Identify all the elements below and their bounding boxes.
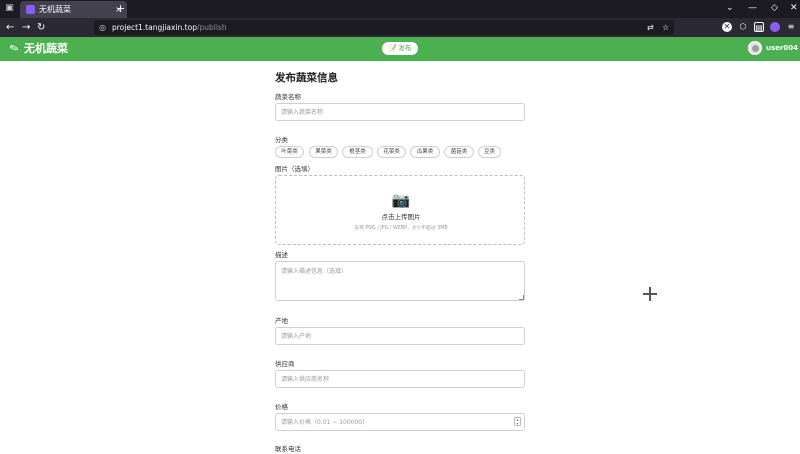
username[interactable]: user004	[766, 43, 798, 54]
url-bar[interactable]: ◎ project1.tangjiaxin.top/publish ⇄ ☆	[94, 20, 674, 35]
supplier-label: 供应商	[275, 360, 295, 368]
avatar-icon	[752, 45, 759, 52]
forward-icon[interactable]: →	[22, 21, 30, 34]
supplier-input[interactable]	[275, 370, 525, 388]
publish-button[interactable]: 📝 发布	[382, 42, 418, 55]
image-label: 图片（选填）	[275, 165, 314, 173]
category-chip-melon[interactable]: 瓜果类	[410, 146, 440, 158]
category-chip-mushroom[interactable]: 菌菇类	[444, 146, 474, 158]
category-chip-bean[interactable]: 豆类	[478, 146, 501, 158]
description-label: 描述	[275, 251, 288, 259]
restore-icon[interactable]: ◇	[771, 3, 778, 14]
category-chip-leafy[interactable]: 叶菜类	[275, 146, 304, 158]
price-field: ▴▾	[275, 413, 525, 431]
app-header: ✎ 无机蔬菜 📝 发布 user004	[0, 37, 800, 61]
reload-icon[interactable]: ↻	[37, 21, 45, 34]
menu-icon[interactable]: ≡	[786, 22, 796, 32]
brand-title[interactable]: 无机蔬菜	[24, 41, 68, 56]
category-chip-fruit[interactable]: 果菜类	[309, 146, 338, 158]
avatar[interactable]	[748, 41, 762, 55]
upload-hint: 支持 PNG / JPG / WEBP，大小不超过 3MB	[354, 226, 448, 231]
close-window-icon[interactable]: ✕	[790, 3, 798, 14]
upload-text: 点击上传图片	[381, 213, 421, 221]
browser-nav-bar: ← → ↻ ◎ project1.tangjiaxin.top/publish …	[0, 18, 800, 37]
category-chip-flower[interactable]: 花菜类	[377, 146, 406, 158]
back-icon[interactable]: ←	[6, 21, 14, 34]
extension-icon[interactable]: ✕	[722, 22, 732, 32]
extensions-puzzle-icon[interactable]: ⬡	[738, 22, 748, 32]
category-chips: 叶菜类 果菜类 根茎类 花菜类 瓜果类 菌菇类 豆类	[275, 146, 525, 158]
price-label: 价格	[275, 403, 288, 411]
origin-input[interactable]	[275, 327, 525, 345]
browser-tab-active[interactable]: 无机蔬菜 ×	[20, 1, 127, 18]
name-label: 蔬菜名称	[275, 93, 301, 101]
image-upload-area[interactable]: 📷 点击上传图片 支持 PNG / JPG / WEBP，大小不超过 3MB	[275, 175, 525, 245]
bookmark-star-icon[interactable]: ☆	[662, 22, 669, 33]
name-input[interactable]	[275, 103, 525, 121]
new-tab-icon[interactable]: +	[116, 2, 125, 15]
tab-list-icon[interactable]: ▣	[4, 3, 15, 14]
leaf-icon: ✎	[7, 40, 21, 57]
reader-icon[interactable]: ▤	[754, 22, 764, 32]
camera-icon: 📷	[391, 191, 411, 209]
tab-title: 无机蔬菜	[39, 5, 71, 14]
category-chip-root[interactable]: 根茎类	[342, 146, 373, 158]
price-input[interactable]	[275, 413, 525, 431]
origin-label: 产地	[275, 317, 288, 325]
description-textarea[interactable]	[275, 261, 525, 301]
browser-tab-bar: ▣ 无机蔬菜 × + ⌄ — ◇ ✕	[0, 0, 800, 18]
site-info-icon[interactable]: ◎	[99, 22, 106, 33]
number-spinner-icon[interactable]: ▴ ▾	[514, 417, 521, 426]
profile-extension-icon[interactable]	[770, 22, 780, 32]
page-title: 发布蔬菜信息	[275, 72, 338, 84]
chevron-down-icon[interactable]: ⌄	[726, 3, 734, 14]
minimize-icon[interactable]: —	[748, 3, 757, 14]
url-text: project1.tangjiaxin.top/publish	[112, 23, 227, 32]
tab-favicon-icon	[26, 5, 35, 14]
category-label: 分类	[275, 136, 288, 144]
crosshair-cursor-icon	[643, 287, 657, 301]
translate-icon[interactable]: ⇄	[647, 22, 654, 33]
resize-grip-icon[interactable]	[519, 295, 524, 300]
